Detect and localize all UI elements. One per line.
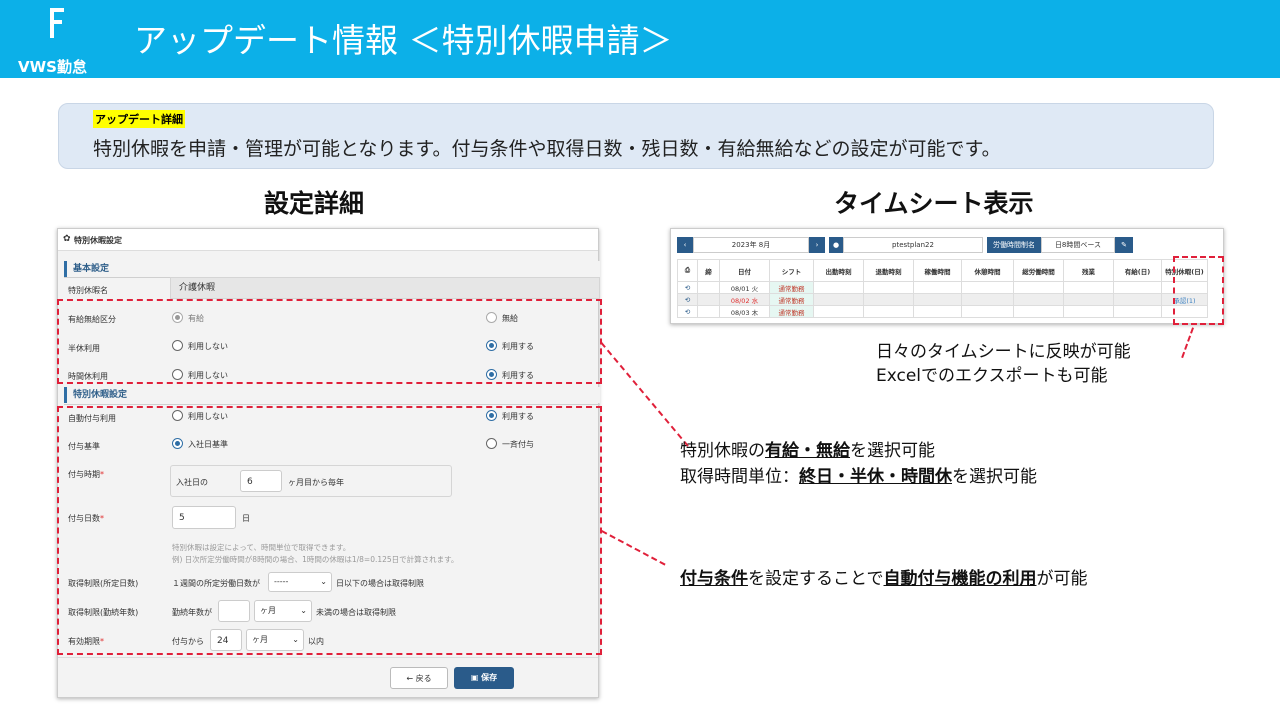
timesheet-table: ⎙ 締 日付 シフト 出勤時刻 退勤時刻 稼働時間 休憩時間 総労働時間 残業 …: [677, 259, 1208, 318]
timesheet-note-2: Excelでのエクスポートも可能: [876, 366, 1108, 386]
panel-header: ✿ 特別休暇設定: [58, 229, 598, 251]
logo-icon: [50, 8, 64, 38]
user-field[interactable]: ptestplan22: [843, 237, 983, 253]
logo-text: VWS勤怠: [18, 58, 87, 76]
edit-icon[interactable]: ✎: [1115, 237, 1133, 253]
work-rule-value: 日8時間ベース: [1041, 237, 1115, 253]
highlight-box-paid-units: [57, 299, 602, 384]
annotation-units: 取得時間単位：終日・半休・時間休を選択可能: [680, 467, 1037, 487]
basic-section-heading: 基本設定: [64, 261, 600, 277]
connector-line: [1181, 327, 1194, 359]
print-icon: ⎙: [677, 259, 698, 282]
settings-heading: 設定詳細: [264, 189, 365, 218]
refresh-icon[interactable]: ⟲: [677, 305, 698, 318]
refresh-icon[interactable]: ⟲: [677, 293, 698, 306]
date-cell: 08/02 水: [719, 293, 770, 306]
column-header: シフト: [769, 259, 814, 282]
column-header: 締: [697, 259, 720, 282]
highlight-box-grant-conditions: [57, 406, 602, 655]
save-button[interactable]: ▣ 保存: [454, 667, 514, 689]
column-header: 稼働時間: [913, 259, 962, 282]
update-label: アップデート詳細: [93, 110, 185, 128]
panel-title: 特別休暇設定: [74, 236, 122, 245]
column-header: 日付: [719, 259, 770, 282]
table-row[interactable]: ⟲ 08/03 木 通常勤務: [677, 305, 1208, 318]
special-section-heading: 特別休暇設定: [64, 387, 600, 403]
shift-cell: 通常勤務: [769, 281, 814, 294]
divider: [58, 657, 598, 658]
prev-month-button[interactable]: ‹: [677, 237, 693, 253]
timesheet-note-1: 日々のタイムシートに反映が可能: [876, 342, 1131, 362]
refresh-icon[interactable]: ⟲: [677, 281, 698, 294]
gear-icon: ✿: [63, 234, 71, 244]
column-header: 有給(日): [1113, 259, 1162, 282]
app-logo: VWS勤怠: [14, 6, 104, 76]
shift-cell: 通常勤務: [769, 305, 814, 318]
annotation-paid: 特別休暇の有給・無給を選択可能: [680, 441, 935, 461]
column-header: 総労働時間: [1013, 259, 1064, 282]
timesheet-heading: タイムシート表示: [834, 189, 1034, 218]
column-header: 出勤時刻: [813, 259, 864, 282]
save-icon: ▣: [470, 673, 482, 682]
date-cell: 08/03 木: [719, 305, 770, 318]
column-header: 退勤時刻: [863, 259, 914, 282]
page-title: アップデート情報 ＜特別休暇申請＞: [134, 21, 673, 60]
table-row[interactable]: ⟲ 08/02 水 通常勤務 承認(1): [677, 293, 1208, 306]
column-header: 休憩時間: [961, 259, 1014, 282]
date-cell: 08/01 火: [719, 281, 770, 294]
header-bar: VWS勤怠 アップデート情報 ＜特別休暇申請＞: [0, 0, 1280, 78]
next-month-button[interactable]: ›: [809, 237, 825, 253]
update-text: 特別休暇を申請・管理が可能となります。付与条件や取得日数・残日数・有給無給などの…: [93, 138, 1001, 160]
connector-line: [601, 530, 666, 566]
back-button[interactable]: ← 戻る: [390, 667, 448, 689]
user-icon: ●: [829, 237, 843, 253]
table-header-row: ⎙ 締 日付 シフト 出勤時刻 退勤時刻 稼働時間 休憩時間 総労働時間 残業 …: [677, 259, 1208, 282]
column-header: 残業: [1063, 259, 1114, 282]
highlight-box-special-column: [1173, 256, 1224, 325]
name-label: 特別休暇名: [68, 286, 108, 295]
update-box: アップデート詳細 特別休暇を申請・管理が可能となります。付与条件や取得日数・残日…: [58, 103, 1214, 169]
shift-cell: 通常勤務: [769, 293, 814, 306]
connector-line: [600, 342, 689, 447]
divider: [64, 404, 600, 405]
timesheet-panel: ‹ 2023年 8月 › ● ptestplan22 労働時間制名 日8時間ベー…: [670, 228, 1224, 324]
leave-name-field[interactable]: 介護休暇: [170, 277, 600, 299]
month-display: 2023年 8月: [693, 237, 809, 253]
annotation-grant: 付与条件を設定することで自動付与機能の利用が可能: [680, 569, 1088, 589]
table-row[interactable]: ⟲ 08/01 火 通常勤務: [677, 281, 1208, 294]
work-rule-label: 労働時間制名: [987, 237, 1041, 253]
